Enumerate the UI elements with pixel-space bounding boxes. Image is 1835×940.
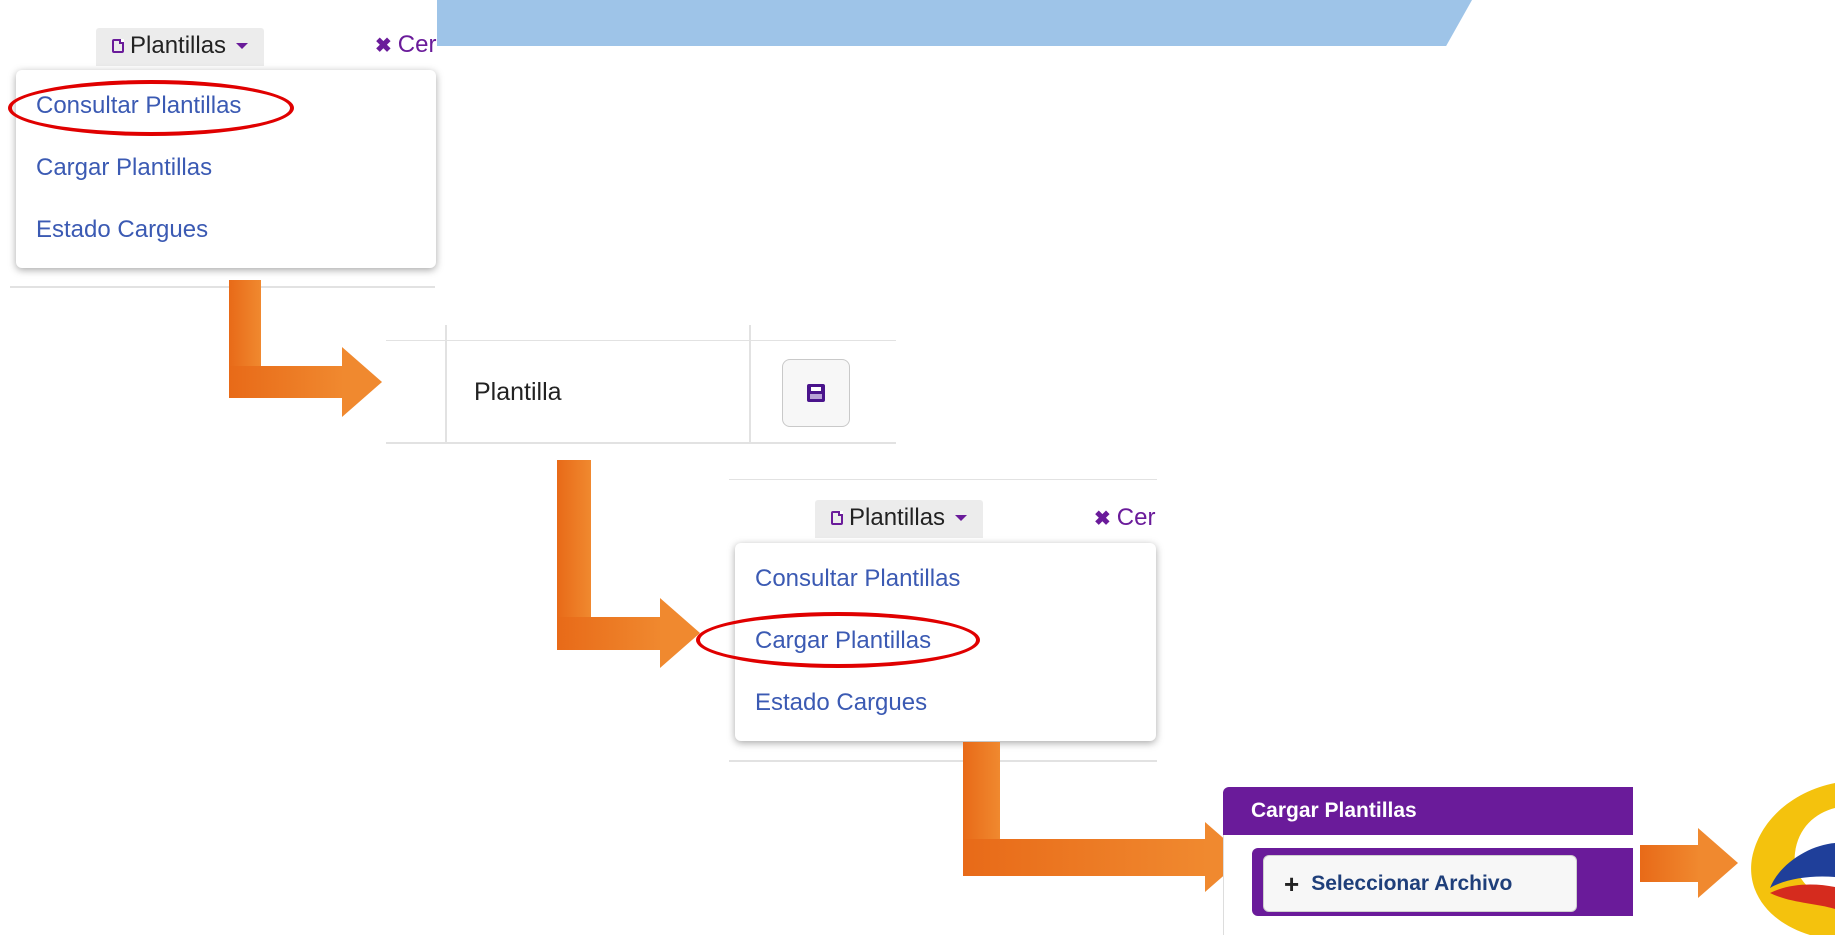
table-column-border	[445, 325, 447, 443]
close-button[interactable]: ✖ Cer	[1094, 504, 1155, 532]
divider	[729, 479, 1157, 480]
caret-down-icon	[955, 515, 968, 521]
close-icon: ✖	[375, 34, 392, 57]
table-cell-plantilla: Plantilla	[474, 378, 562, 406]
save-button[interactable]	[782, 359, 850, 427]
save-icon	[807, 384, 825, 402]
arrow-head	[342, 347, 382, 417]
plantillas-dropdown-button[interactable]: Plantillas	[96, 28, 265, 66]
logo-icon	[1740, 783, 1835, 935]
menu-item-consultar-plantillas[interactable]: Consultar Plantillas	[36, 92, 241, 120]
arrow-head	[1698, 828, 1738, 898]
arrow-segment	[557, 617, 662, 650]
table-border	[386, 442, 896, 444]
menu-item-estado-cargues[interactable]: Estado Cargues	[36, 216, 208, 244]
top-banner	[437, 0, 1472, 46]
plantillas-dropdown-button[interactable]: Plantillas	[815, 500, 984, 538]
divider	[10, 286, 435, 288]
arrow-segment	[1640, 845, 1700, 882]
arrow-segment	[963, 839, 1207, 876]
upload-panel-title: Cargar Plantillas	[1223, 787, 1633, 835]
select-file-button[interactable]: + Seleccionar Archivo	[1263, 855, 1577, 912]
divider	[729, 760, 1157, 762]
close-icon: ✖	[1094, 507, 1111, 530]
menu-item-consultar-plantillas[interactable]: Consultar Plantillas	[755, 565, 960, 593]
document-icon	[831, 511, 843, 525]
plantillas-menu: Consultar Plantillas Cargar Plantillas E…	[16, 70, 436, 268]
plantillas-label: Plantillas	[130, 32, 227, 59]
plantillas-menu: Consultar Plantillas Cargar Plantillas E…	[735, 543, 1156, 741]
document-icon	[112, 39, 124, 53]
menu-item-cargar-plantillas[interactable]: Cargar Plantillas	[36, 154, 212, 182]
plus-icon: +	[1284, 868, 1300, 899]
select-file-label: Seleccionar Archivo	[1311, 871, 1513, 895]
table-border	[386, 340, 896, 341]
caret-down-icon	[236, 43, 249, 49]
close-label: Cer	[1116, 504, 1156, 531]
close-label: Cer	[397, 31, 437, 58]
close-button[interactable]: ✖ Cer	[375, 31, 436, 59]
menu-item-cargar-plantillas[interactable]: Cargar Plantillas	[755, 627, 931, 655]
table-column-border	[749, 325, 751, 443]
plantillas-label: Plantillas	[849, 504, 946, 531]
arrow-head	[660, 598, 700, 668]
arrow-segment	[229, 366, 344, 398]
menu-item-estado-cargues[interactable]: Estado Cargues	[755, 689, 927, 717]
